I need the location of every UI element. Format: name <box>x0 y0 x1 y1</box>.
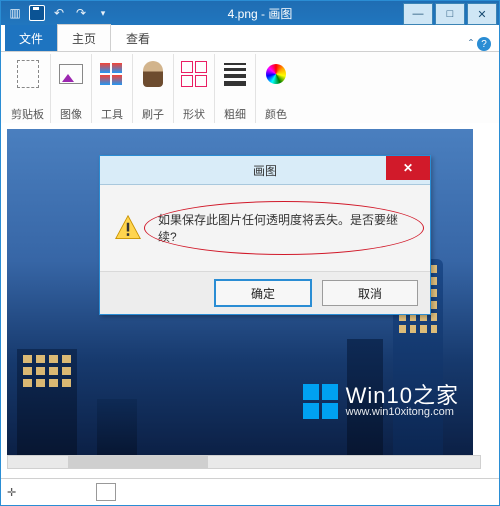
ribbon: 剪贴板 图像 工具 刷子 形状 粗细 颜色 <box>1 52 499 127</box>
save-warning-dialog: 画图 ✕ 如果保存此图片任何透明度将丢失。是否要继续? 确定 取消 <box>99 155 431 315</box>
undo-icon[interactable]: ↶ <box>51 5 67 21</box>
dialog-titlebar: 画图 ✕ <box>100 156 430 185</box>
watermark-text: Win10之家 www.win10xitong.com <box>346 384 459 419</box>
minimize-button[interactable]: — <box>403 3 433 25</box>
maximize-button[interactable]: □ <box>435 3 465 25</box>
ok-button[interactable]: 确定 <box>214 279 312 307</box>
title-bar: ▥ ↶ ↷ ▾ 4.png - 画图 — □ ✕ <box>1 1 499 25</box>
group-label: 颜色 <box>265 106 287 122</box>
save-icon[interactable] <box>29 5 45 21</box>
dialog-title: 画图 <box>253 162 277 179</box>
watermark: Win10之家 www.win10xitong.com <box>303 384 459 419</box>
group-label: 工具 <box>101 106 123 122</box>
building <box>97 399 137 459</box>
group-colors[interactable]: 颜色 <box>256 54 296 124</box>
group-shapes[interactable]: 形状 <box>174 54 215 124</box>
dialog-close-button[interactable]: ✕ <box>386 156 430 180</box>
image-icon <box>57 56 85 92</box>
window-title: 4.png - 画图 <box>117 5 403 22</box>
tools-icon <box>98 56 126 92</box>
horizontal-scrollbar[interactable] <box>7 455 481 469</box>
thickness-icon <box>221 56 249 92</box>
canvas-image[interactable]: 画图 ✕ 如果保存此图片任何透明度将丢失。是否要继续? 确定 取消 <box>7 129 473 459</box>
group-label: 粗细 <box>224 106 246 122</box>
annotation-ellipse <box>144 201 424 255</box>
window-controls: — □ ✕ <box>403 1 499 25</box>
close-button[interactable]: ✕ <box>467 3 497 25</box>
app-menu-icon[interactable]: ▥ <box>7 5 23 21</box>
help-icon[interactable]: ? <box>477 37 491 51</box>
building <box>17 349 77 459</box>
warning-icon <box>114 214 142 242</box>
canvas-area: 画图 ✕ 如果保存此图片任何透明度将丢失。是否要继续? 确定 取消 <box>1 123 499 479</box>
group-tools[interactable]: 工具 <box>92 54 133 124</box>
dialog-message: 如果保存此图片任何透明度将丢失。是否要继续? <box>152 207 416 249</box>
file-tab[interactable]: 文件 <box>5 25 57 51</box>
windows-logo-icon <box>303 384 338 419</box>
chevron-up-icon: ˆ <box>469 37 473 51</box>
group-clipboard[interactable]: 剪贴板 <box>5 54 51 124</box>
selection-size-icon <box>96 483 116 501</box>
status-bar: ✛ <box>1 478 499 505</box>
group-label: 图像 <box>60 106 82 122</box>
brush-icon <box>139 56 167 92</box>
color-wheel-icon <box>262 56 290 92</box>
cursor-position-icon: ✛ <box>7 486 16 499</box>
group-label: 剪贴板 <box>11 106 44 122</box>
watermark-url: www.win10xitong.com <box>346 407 459 419</box>
cancel-button[interactable]: 取消 <box>322 280 418 306</box>
dialog-actions: 确定 取消 <box>100 271 430 314</box>
dialog-body: 如果保存此图片任何透明度将丢失。是否要继续? <box>100 185 430 271</box>
group-label: 刷子 <box>142 106 164 122</box>
redo-icon[interactable]: ↷ <box>73 5 89 21</box>
ribbon-tabs: 文件 主页 查看 ˆ ? <box>1 25 499 52</box>
clipboard-icon <box>14 56 42 92</box>
group-image[interactable]: 图像 <box>51 54 92 124</box>
scrollbar-thumb[interactable] <box>68 456 208 468</box>
tab-view[interactable]: 查看 <box>111 24 165 51</box>
ribbon-collapse[interactable]: ˆ ? <box>469 37 491 51</box>
watermark-brand: Win10之家 <box>346 384 459 407</box>
shapes-icon <box>180 56 208 92</box>
paint-window: ▥ ↶ ↷ ▾ 4.png - 画图 — □ ✕ 文件 主页 查看 ˆ ? 剪贴… <box>0 0 500 506</box>
group-brushes[interactable]: 刷子 <box>133 54 174 124</box>
quick-access-toolbar: ▥ ↶ ↷ ▾ <box>1 5 117 21</box>
group-label: 形状 <box>183 106 205 122</box>
qat-dropdown-icon[interactable]: ▾ <box>95 5 111 21</box>
tab-home[interactable]: 主页 <box>57 24 111 51</box>
group-thickness[interactable]: 粗细 <box>215 54 256 124</box>
